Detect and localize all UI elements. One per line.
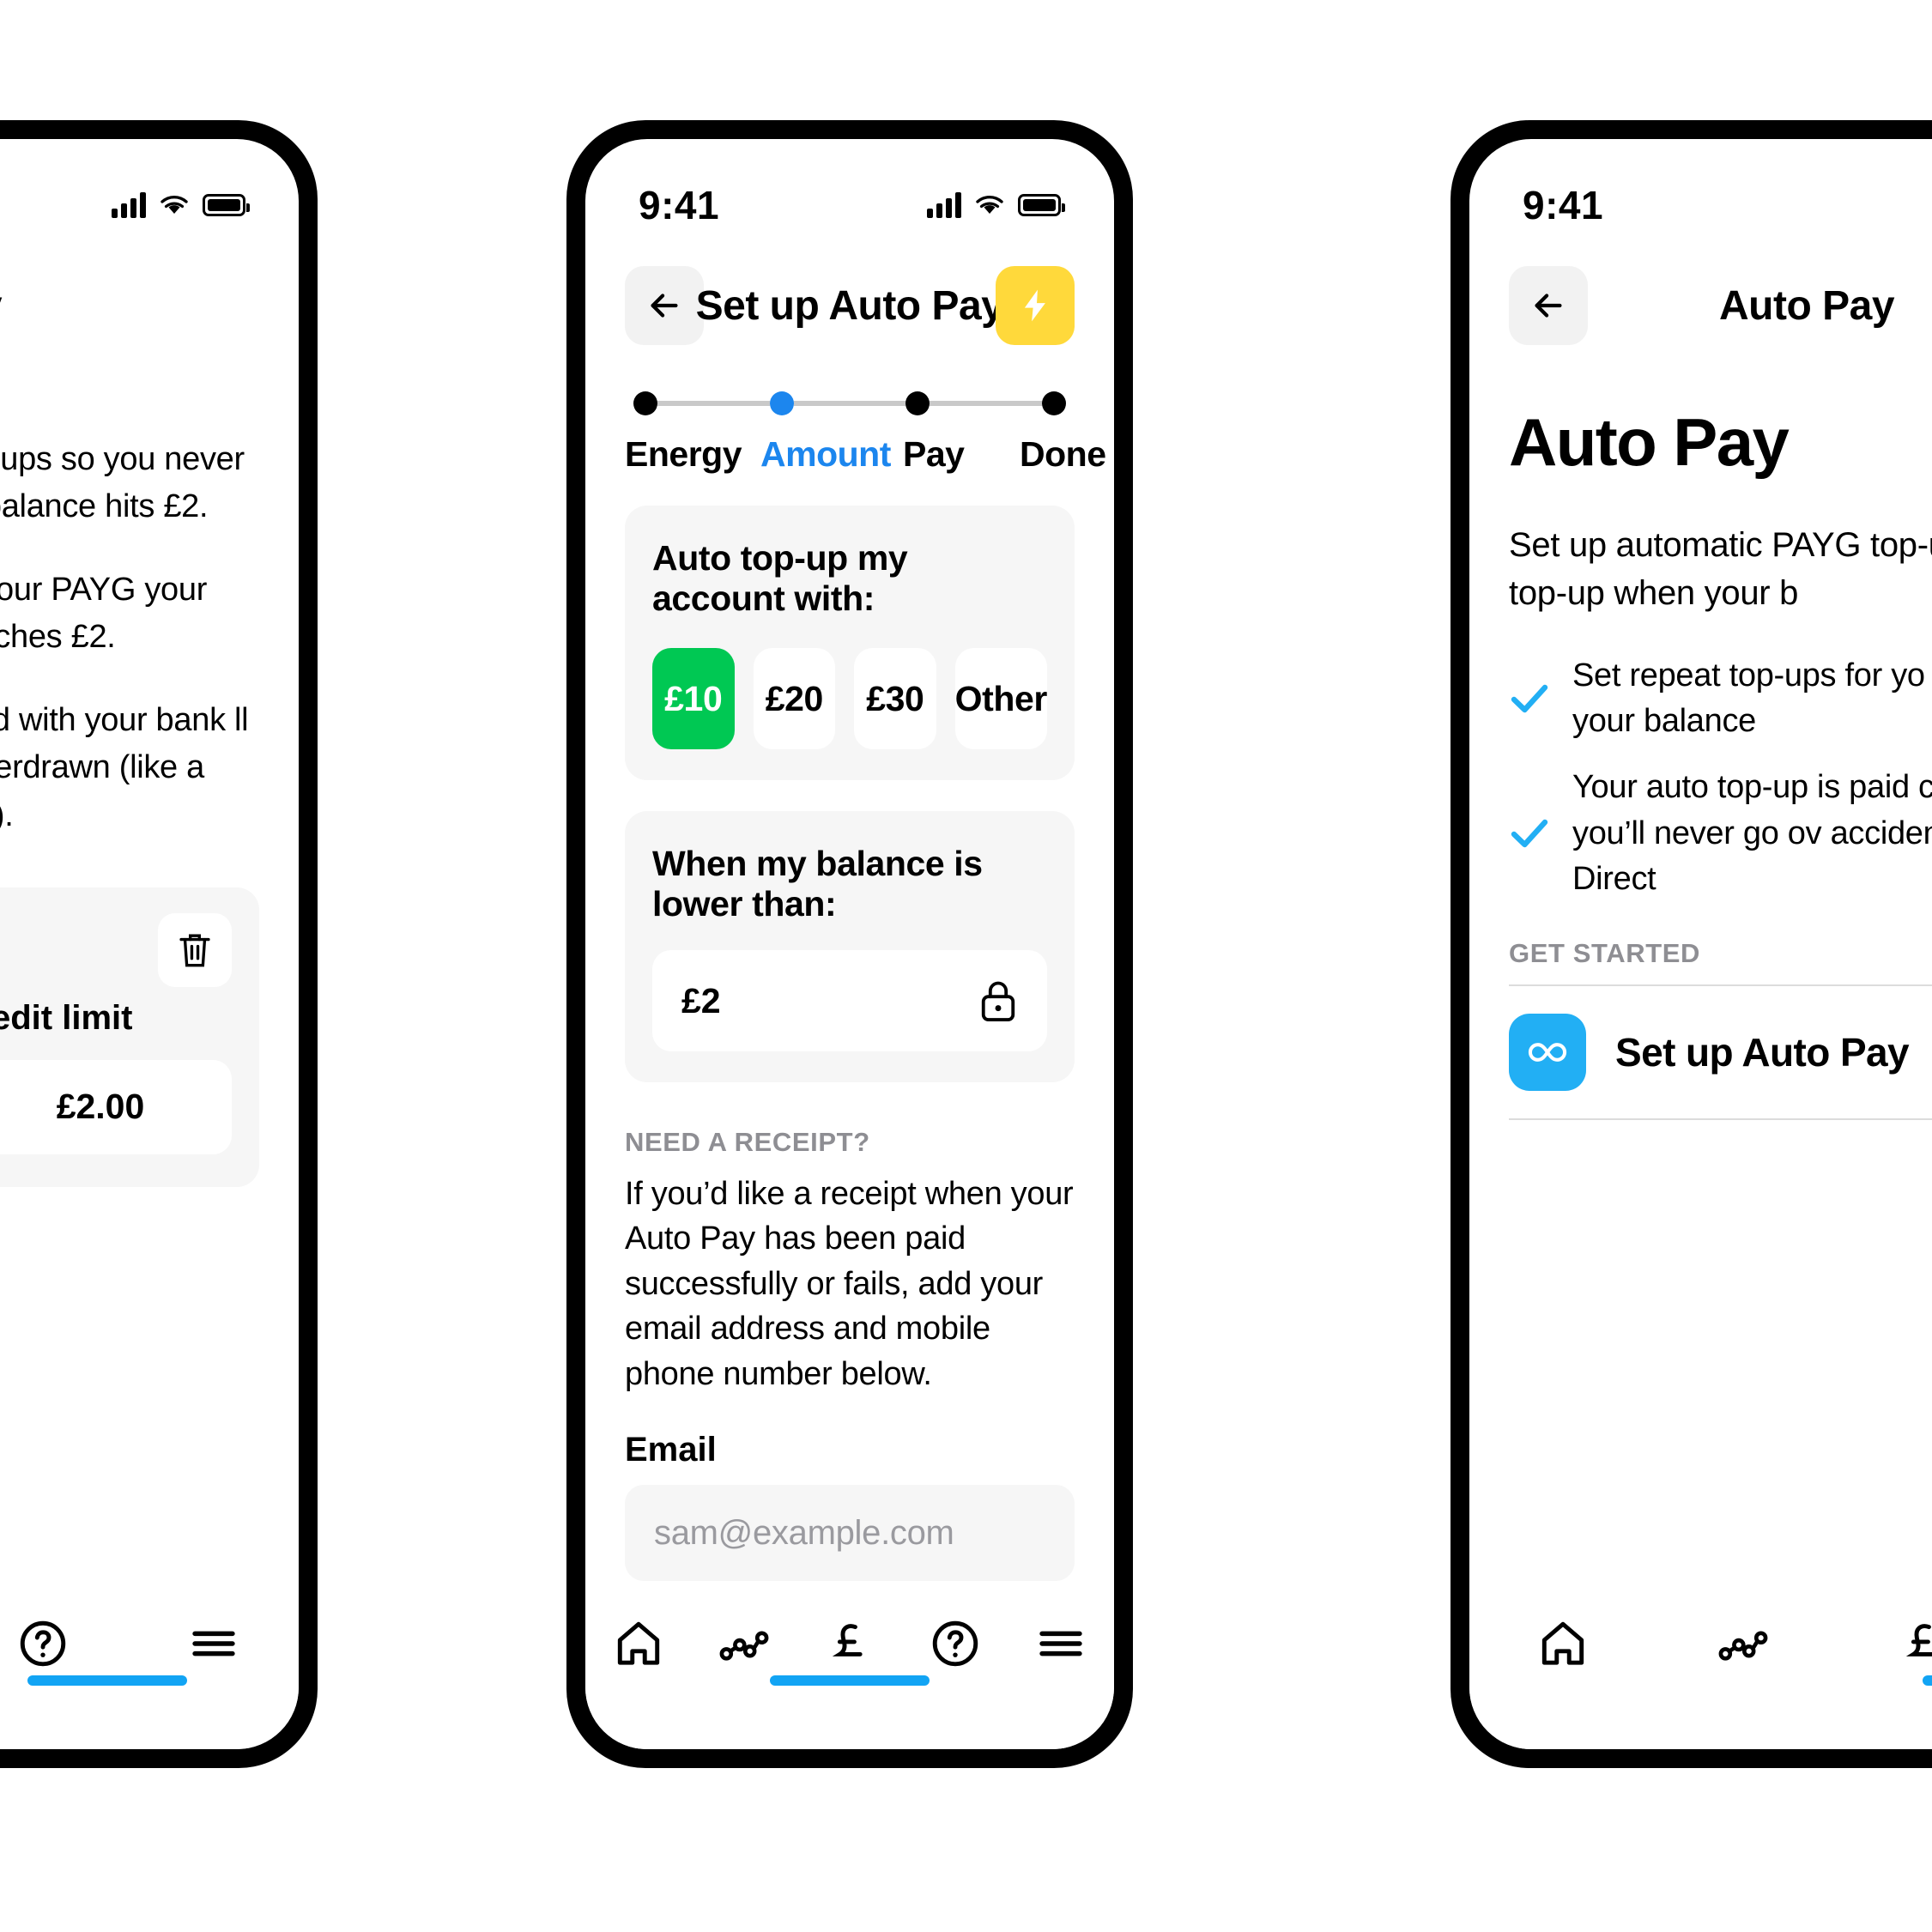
- phone-middle: 9:41 Set up Auto Pay Energy Amount Pay D…: [566, 120, 1133, 1768]
- section-eyebrow: GET STARTED: [1509, 937, 1701, 968]
- screenshot-canvas: Auto Pay c PAYG top-ups so you never whe…: [0, 0, 1932, 1932]
- step-dot-pay[interactable]: [905, 391, 930, 415]
- topup-amount-card: Auto top-up my account with: £10 £20 £30…: [625, 506, 1075, 780]
- status-time: 9:41: [639, 183, 720, 227]
- list-item-label: Your auto top-up is paid card, so you’ll…: [1572, 769, 1932, 897]
- back-button[interactable]: [1509, 266, 1588, 345]
- step-dot-energy[interactable]: [633, 391, 657, 415]
- left-paragraph-1: c PAYG top-ups so you never when your ba…: [0, 441, 245, 525]
- battery-icon: [203, 194, 250, 216]
- tab-payments[interactable]: [823, 1617, 876, 1670]
- status-bar-mid: 9:41: [585, 139, 1114, 242]
- email-label: Email: [625, 1431, 717, 1469]
- home-indicator-mid: [770, 1675, 930, 1686]
- phone-middle-screen: 9:41 Set up Auto Pay Energy Amount Pay D…: [585, 139, 1114, 1749]
- amount-option-30[interactable]: £30: [854, 648, 936, 749]
- tab-menu[interactable]: [1034, 1617, 1087, 1670]
- phone-right: 9:41 Auto Pay Auto Pay Set up automatic …: [1451, 120, 1932, 1768]
- status-bar-left: [0, 139, 299, 242]
- tab-bar-right: [1469, 1586, 1932, 1749]
- signal-bars-icon: [112, 192, 146, 218]
- credit-limit-card: Credit limit £2.00: [0, 887, 259, 1187]
- check-icon: [1509, 681, 1550, 716]
- setup-auto-pay-row[interactable]: Set up Auto Pay: [1509, 986, 1932, 1120]
- tab-bar-left: [0, 1586, 299, 1749]
- progress-stepper: Energy Amount Pay Done: [585, 354, 1114, 475]
- status-icons: [112, 192, 250, 218]
- step-label-amount[interactable]: Amount: [760, 434, 908, 475]
- left-content: c PAYG top-ups so you never when your ba…: [0, 436, 299, 1187]
- status-bar-right: 9:41: [1469, 139, 1932, 242]
- tab-help[interactable]: [929, 1617, 982, 1670]
- page-title: Auto Pay: [0, 282, 299, 330]
- step-line-1: [657, 401, 770, 406]
- wifi-icon: [160, 194, 189, 216]
- nav-bar-mid: Set up Auto Pay: [585, 242, 1114, 354]
- intro-paragraph: Set up automatic PAYG top-u forget to to…: [1509, 526, 1932, 612]
- amount-option-other[interactable]: Other: [954, 648, 1047, 749]
- credit-limit-value[interactable]: £2.00: [0, 1059, 232, 1154]
- back-button[interactable]: [625, 266, 704, 345]
- benefit-list: Set repeat top-ups for yo meter when you…: [1509, 653, 1932, 902]
- tab-help[interactable]: [16, 1617, 70, 1670]
- list-item: Your auto top-up is paid card, so you’ll…: [1509, 765, 1932, 902]
- setup-auto-pay-label: Set up Auto Pay: [1615, 1029, 1910, 1075]
- credit-limit-fields: £2.00: [0, 1059, 232, 1154]
- threshold-value-field[interactable]: £2: [652, 950, 1047, 1051]
- check-icon: [1509, 816, 1550, 851]
- trash-icon[interactable]: [158, 912, 232, 987]
- step-label-energy[interactable]: Energy: [625, 434, 769, 475]
- tab-menu[interactable]: [187, 1617, 240, 1670]
- stepper-labels: Energy Amount Pay Done: [625, 434, 1106, 475]
- signal-bars-icon: [927, 192, 961, 218]
- phone-right-screen: 9:41 Auto Pay Auto Pay Set up automatic …: [1469, 139, 1932, 1749]
- amount-options: £10 £20 £30 Other: [652, 648, 1047, 749]
- threshold-value: £2: [681, 980, 721, 1021]
- step-label-pay[interactable]: Pay: [903, 434, 1023, 475]
- credit-limit-label: Credit limit: [0, 998, 133, 1037]
- step-line-2: [793, 401, 906, 406]
- step-label-done[interactable]: Done: [1020, 434, 1106, 475]
- amount-option-20[interactable]: £20: [753, 648, 836, 749]
- list-item: Set repeat top-ups for yo meter when you…: [1509, 653, 1932, 744]
- battery-icon: [1018, 194, 1065, 216]
- tab-usage[interactable]: [1717, 1617, 1770, 1670]
- tab-payments[interactable]: [1897, 1617, 1932, 1670]
- right-content: Auto Pay Set up automatic PAYG top-u for…: [1469, 403, 1932, 1120]
- left-paragraph-2: op-ups for your PAYG your balance reache…: [0, 572, 208, 656]
- bolt-icon[interactable]: [996, 266, 1075, 345]
- nav-bar-left: Auto Pay: [0, 242, 299, 354]
- amount-option-10[interactable]: £10: [652, 648, 735, 749]
- page-heading: Auto Pay: [1509, 404, 1790, 480]
- phone-left-screen: Auto Pay c PAYG top-ups so you never whe…: [0, 139, 299, 1749]
- receipt-body: If you’d like a receipt when your Auto P…: [625, 1176, 1074, 1392]
- left-paragraph-3: op-up is paid with your bank ll never go…: [0, 702, 249, 833]
- tab-bar-mid: [585, 1586, 1114, 1749]
- list-item-label: Set repeat top-ups for yo meter when you…: [1572, 657, 1932, 740]
- step-dot-amount[interactable]: [769, 391, 794, 415]
- tab-home[interactable]: [612, 1617, 665, 1670]
- receipt-eyebrow: NEED A RECEIPT?: [625, 1127, 870, 1157]
- topup-card-title: Auto top-up my account with:: [652, 538, 908, 618]
- email-input[interactable]: sam@example.com: [625, 1485, 1075, 1582]
- tab-usage[interactable]: [718, 1617, 771, 1670]
- status-icons: [927, 192, 1065, 218]
- nav-bar-right: Auto Pay: [1469, 242, 1932, 354]
- step-dot-done[interactable]: [1042, 391, 1067, 415]
- wifi-icon: [975, 194, 1004, 216]
- home-indicator-left: [27, 1675, 187, 1686]
- home-indicator-right: [1923, 1675, 1932, 1686]
- balance-threshold-card: When my balance is lower than: £2: [625, 811, 1075, 1082]
- threshold-card-title: When my balance is lower than:: [652, 844, 983, 924]
- infinity-icon: [1509, 1013, 1586, 1091]
- stepper-track: [625, 391, 1075, 415]
- step-line-3: [930, 401, 1043, 406]
- phone-left: Auto Pay c PAYG top-ups so you never whe…: [0, 120, 318, 1768]
- tab-home[interactable]: [1536, 1617, 1590, 1670]
- status-time: 9:41: [1523, 183, 1604, 227]
- lock-icon: [981, 981, 1015, 1021]
